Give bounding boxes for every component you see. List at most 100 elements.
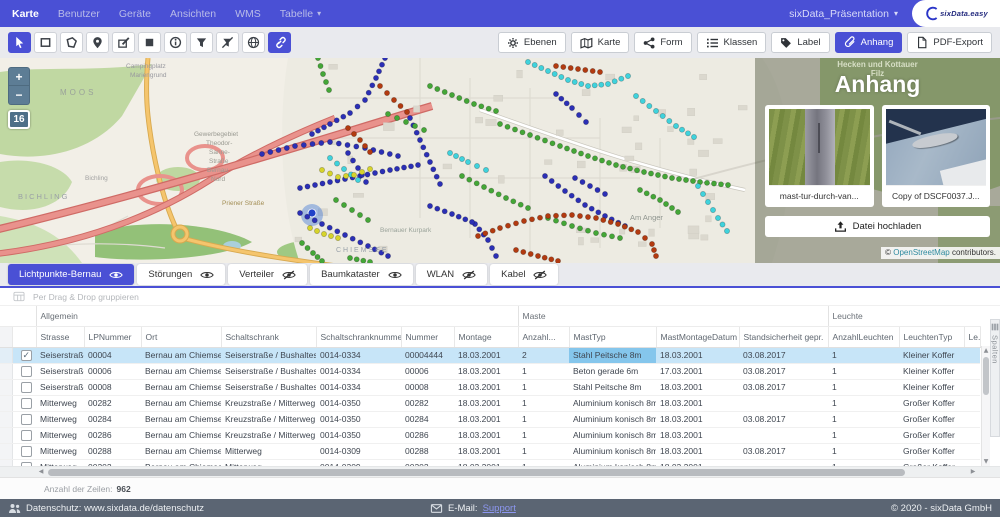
cell[interactable]: Mitterweg bbox=[36, 396, 84, 412]
form-button[interactable]: Form bbox=[634, 32, 691, 53]
eye-off-icon[interactable] bbox=[282, 270, 296, 280]
horizontal-scrollbar[interactable]: ◀ ▶ bbox=[0, 466, 1000, 477]
cell[interactable]: 18.03.2001 bbox=[454, 364, 518, 380]
cell[interactable]: Aluminium konisch 8m bbox=[569, 396, 656, 412]
cell[interactable] bbox=[739, 428, 828, 444]
vscroll-thumb[interactable] bbox=[983, 357, 989, 395]
cell[interactable]: 03.08.2017 bbox=[739, 364, 828, 380]
row-checkbox[interactable] bbox=[21, 366, 32, 377]
scroll-up-icon[interactable]: ▲ bbox=[984, 346, 989, 355]
cell[interactable]: 18.03.2001 bbox=[656, 380, 739, 396]
cell[interactable] bbox=[964, 412, 980, 428]
globe-tool-button[interactable] bbox=[242, 32, 265, 53]
pdf-export-button[interactable]: PDF-Export bbox=[907, 32, 992, 53]
upload-file-button[interactable]: Datei hochladen bbox=[765, 216, 990, 237]
attachment-card[interactable]: mast-tur-durch-van... bbox=[765, 105, 874, 207]
stop-tool-button[interactable] bbox=[138, 32, 161, 53]
cell[interactable]: 00286 bbox=[84, 428, 141, 444]
cell[interactable]: 00284 bbox=[84, 412, 141, 428]
cell[interactable]: 00282 bbox=[84, 396, 141, 412]
cell[interactable]: 0014-0309 bbox=[316, 444, 401, 460]
cell[interactable] bbox=[964, 348, 980, 364]
cell[interactable]: 00008 bbox=[401, 380, 454, 396]
cell[interactable] bbox=[964, 428, 980, 444]
cell[interactable]: Mitterweg bbox=[36, 412, 84, 428]
row-checkbox[interactable] bbox=[21, 382, 32, 393]
tab-störungen[interactable]: Störungen bbox=[137, 264, 225, 285]
cell[interactable]: 1 bbox=[828, 428, 899, 444]
ebenen-button[interactable]: Ebenen bbox=[498, 32, 566, 53]
cell[interactable]: Kleiner Koffer bbox=[899, 380, 964, 396]
cell[interactable]: 00004444 bbox=[401, 348, 454, 364]
cell[interactable]: 00284 bbox=[401, 412, 454, 428]
cell[interactable]: Stahl Peitsche 8m bbox=[569, 348, 656, 364]
cell[interactable]: Aluminium konisch 8m bbox=[569, 428, 656, 444]
cell[interactable]: 03.08.2017 bbox=[739, 444, 828, 460]
cell[interactable]: Seiserstraße bbox=[36, 348, 84, 364]
marker-tool-button[interactable] bbox=[86, 32, 109, 53]
karte-button[interactable]: Karte bbox=[571, 32, 630, 53]
table-row[interactable]: Mitterweg00282Bernau am ChiemseeKreuzstr… bbox=[0, 396, 980, 412]
cell[interactable]: 18.03.2001 bbox=[656, 444, 739, 460]
cell[interactable]: 1 bbox=[518, 428, 569, 444]
anhang-button[interactable]: Anhang bbox=[835, 32, 903, 53]
column-header[interactable]: Strasse bbox=[36, 327, 84, 348]
cell[interactable]: 1 bbox=[828, 348, 899, 364]
cell[interactable]: 1 bbox=[518, 364, 569, 380]
cell[interactable]: 0014-0334 bbox=[316, 348, 401, 364]
eye-icon[interactable] bbox=[200, 270, 214, 280]
tab-lichtpunkte-bernau[interactable]: Lichtpunkte-Bernau bbox=[8, 264, 134, 285]
cell[interactable]: 03.08.2017 bbox=[739, 412, 828, 428]
cell[interactable]: Kreuzstraße / Mitterweg bbox=[221, 412, 316, 428]
column-header[interactable]: AnzahlLeuchten bbox=[828, 327, 899, 348]
cell[interactable]: Großer Koffer bbox=[899, 444, 964, 460]
profile-menu[interactable]: sixData_Präsentation ▾ bbox=[789, 8, 898, 20]
cell[interactable]: 1 bbox=[828, 444, 899, 460]
cell[interactable]: Großer Koffer bbox=[899, 396, 964, 412]
cell[interactable]: Kreuzstraße / Mitterweg bbox=[221, 396, 316, 412]
cell[interactable]: Kleiner Koffer bbox=[899, 348, 964, 364]
cell[interactable] bbox=[964, 364, 980, 380]
cell[interactable]: Stahl Peitsche 8m bbox=[569, 380, 656, 396]
cell[interactable]: 1 bbox=[828, 412, 899, 428]
column-header[interactable]: Montage bbox=[454, 327, 518, 348]
cell[interactable]: 0014-0334 bbox=[316, 364, 401, 380]
cell[interactable]: 17.03.2001 bbox=[656, 364, 739, 380]
cell[interactable]: Seiserstraße / Bushaltestelle bbox=[221, 380, 316, 396]
cell[interactable]: 1 bbox=[828, 396, 899, 412]
row-checkbox[interactable] bbox=[21, 398, 32, 409]
tab-wlan[interactable]: WLAN bbox=[416, 264, 487, 285]
row-checkbox[interactable] bbox=[21, 446, 32, 457]
scroll-down-icon[interactable]: ▼ bbox=[984, 457, 989, 466]
filter-off-tool-button[interactable] bbox=[216, 32, 239, 53]
zoom-out-button[interactable]: − bbox=[8, 86, 30, 105]
cell[interactable]: Bernau am Chiemsee bbox=[141, 364, 221, 380]
cell[interactable]: Bernau am Chiemsee bbox=[141, 396, 221, 412]
cell[interactable]: 00282 bbox=[401, 396, 454, 412]
column-header[interactable]: LPNummer bbox=[84, 327, 141, 348]
cell[interactable]: Beton gerade 6m bbox=[569, 364, 656, 380]
cell[interactable]: 18.03.2001 bbox=[454, 428, 518, 444]
cell[interactable]: Mitterweg bbox=[36, 428, 84, 444]
cell[interactable]: 00288 bbox=[84, 444, 141, 460]
row-checkbox[interactable] bbox=[21, 414, 32, 425]
pointer-tool-button[interactable] bbox=[8, 32, 31, 53]
column-header[interactable]: Schaltschranknummer bbox=[316, 327, 401, 348]
cell[interactable]: 1 bbox=[828, 364, 899, 380]
polygon-select-tool-button[interactable] bbox=[60, 32, 83, 53]
cell[interactable]: Großer Koffer bbox=[899, 428, 964, 444]
column-header[interactable]: Nummer bbox=[401, 327, 454, 348]
column-header[interactable]: LeuchtenTyp bbox=[899, 327, 964, 348]
cell[interactable] bbox=[964, 380, 980, 396]
edit-tool-button[interactable] bbox=[112, 32, 135, 53]
tab-baumkataster[interactable]: Baumkataster bbox=[310, 264, 413, 285]
eye-off-icon[interactable] bbox=[462, 270, 476, 280]
cell[interactable] bbox=[739, 396, 828, 412]
privacy-link[interactable]: Datenschutz: www.sixdata.de/datenschutz bbox=[26, 503, 204, 514]
column-header[interactable]: Ort bbox=[141, 327, 221, 348]
cell[interactable]: 1 bbox=[518, 412, 569, 428]
link-tool-button[interactable] bbox=[268, 32, 291, 53]
table-row[interactable]: Seiserstraße00008Bernau am ChiemseeSeise… bbox=[0, 380, 980, 396]
column-header[interactable]: MastMontageDatum bbox=[656, 327, 739, 348]
filter-tool-button[interactable] bbox=[190, 32, 213, 53]
